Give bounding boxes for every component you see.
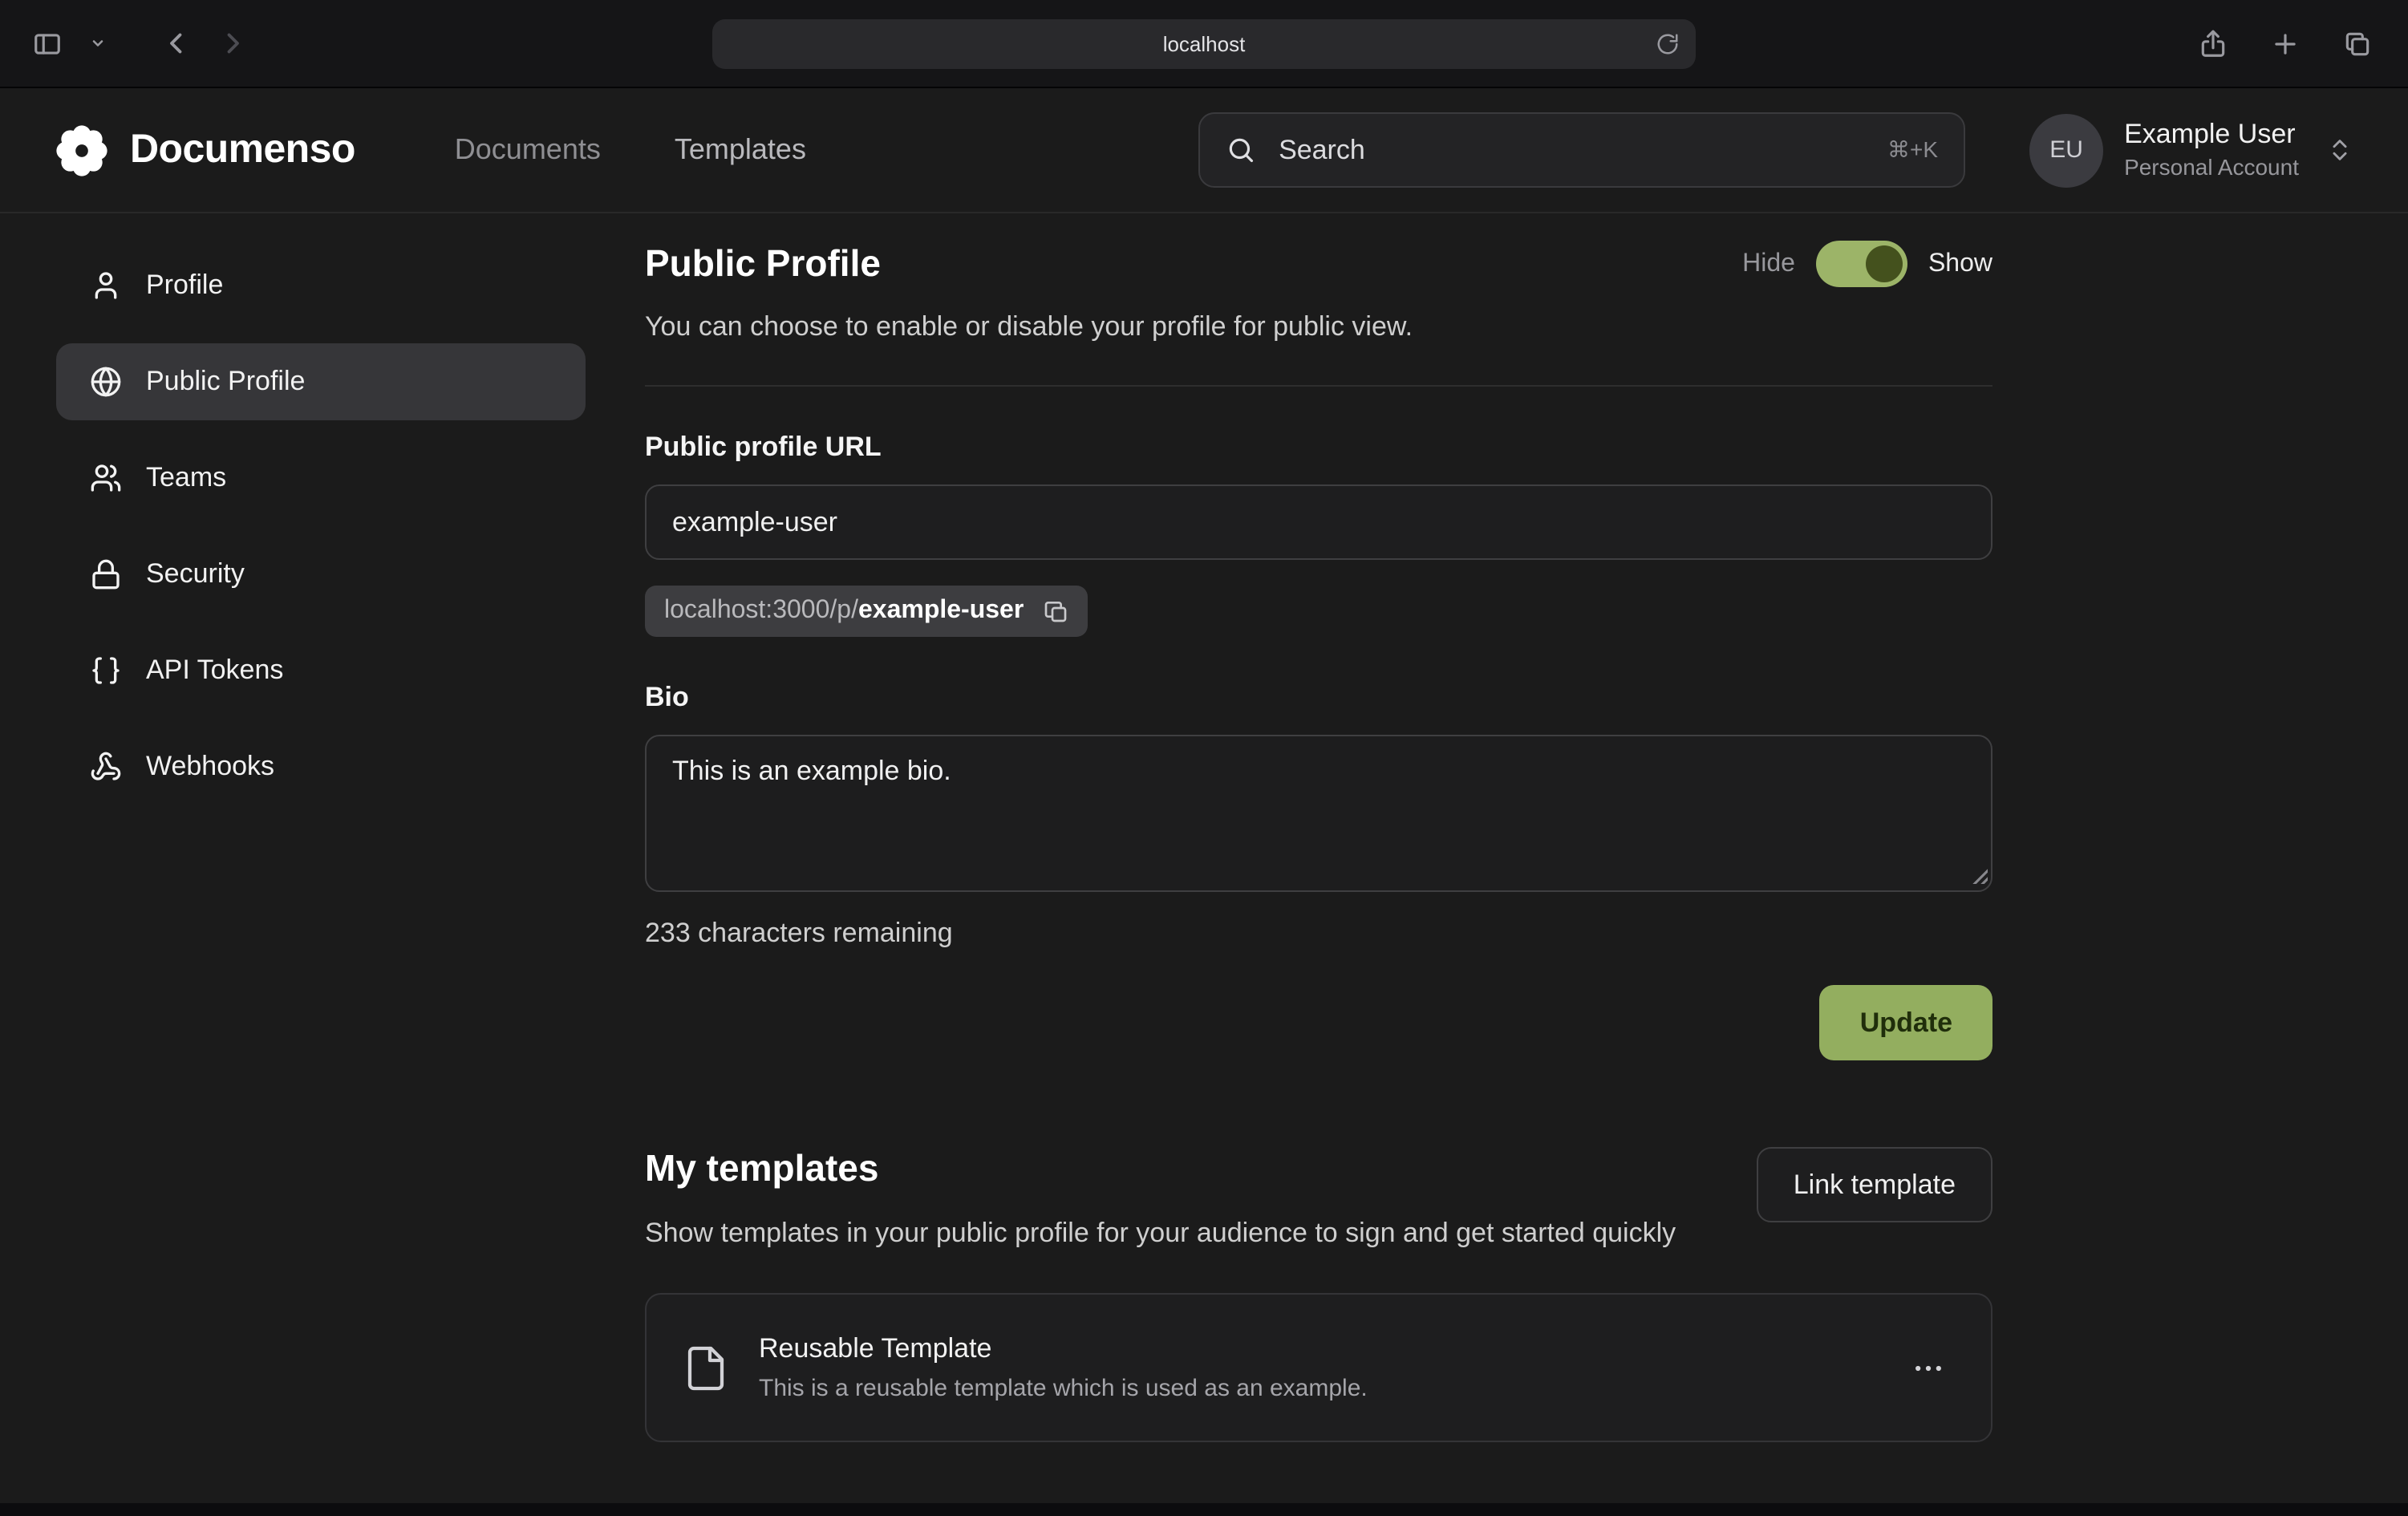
search-bar[interactable]: ⌘+K [1198, 112, 1965, 188]
address-text: localhost [1163, 32, 1246, 56]
chevrons-up-down-icon[interactable] [2326, 136, 2353, 164]
main-nav: Documents Templates [455, 133, 806, 167]
file-icon [682, 1344, 730, 1392]
sidebar-item-label: Webhooks [146, 751, 274, 783]
template-list-item: Reusable Template This is a reusable tem… [645, 1294, 1992, 1443]
copy-icon[interactable] [1043, 598, 1068, 624]
user-name: Example User [2124, 117, 2299, 152]
public-profile-settings: Public Profile Hide Show You can choose … [645, 241, 1992, 1443]
sidebar-item-profile[interactable]: Profile [56, 247, 586, 324]
sidebar-item-label: Public Profile [146, 366, 305, 398]
tab-overview-icon[interactable] [2336, 22, 2379, 65]
user-menu[interactable]: EU Example User Personal Account [2029, 113, 2353, 187]
ellipsis-menu-icon[interactable] [1901, 1341, 1956, 1396]
search-input[interactable] [1275, 132, 1868, 168]
window-bottom-edge [0, 1503, 2408, 1516]
user-account-type: Personal Account [2124, 155, 2299, 183]
template-meta: Reusable Template This is a reusable tem… [759, 1334, 1368, 1403]
user-icon [90, 270, 122, 302]
url-preview-slug: example-user [858, 597, 1024, 624]
back-icon[interactable] [156, 22, 197, 64]
nav-documents[interactable]: Documents [455, 133, 601, 167]
characters-remaining: 233 characters remaining [645, 918, 1992, 950]
sidebar-item-public-profile[interactable]: Public Profile [56, 343, 586, 420]
address-bar[interactable]: localhost [712, 19, 1696, 69]
settings-sidebar: Profile Public Profile Teams Security AP… [56, 247, 586, 825]
users-icon [90, 462, 122, 494]
update-button[interactable]: Update [1820, 985, 1992, 1060]
share-icon[interactable] [2191, 22, 2235, 65]
forward-icon[interactable] [212, 22, 253, 64]
sidebar-item-label: Profile [146, 270, 223, 302]
search-shortcut: ⌘+K [1887, 136, 1938, 164]
search-icon [1226, 135, 1256, 165]
sidebar-toggle-icon[interactable] [26, 22, 69, 65]
sidebar-item-teams[interactable]: Teams [56, 440, 586, 517]
url-preview-prefix: localhost:3000/p/ [664, 597, 858, 624]
page-subtitle: You can choose to enable or disable your… [645, 311, 1992, 343]
sidebar-item-webhooks[interactable]: Webhooks [56, 728, 586, 805]
profile-url-preview-chip: localhost:3000/p/example-user [645, 586, 1088, 637]
brand[interactable]: Documenso [55, 123, 355, 177]
visibility-toggle[interactable] [1816, 241, 1907, 287]
globe-icon [90, 366, 122, 398]
public-profile-url-input[interactable] [645, 484, 1992, 560]
my-templates-description: Show templates in your public profile fo… [645, 1213, 1676, 1255]
braces-icon [90, 655, 122, 687]
template-name: Reusable Template [759, 1334, 1368, 1366]
sidebar-item-api-tokens[interactable]: API Tokens [56, 632, 586, 709]
brand-name: Documenso [130, 127, 355, 173]
bio-field-label: Bio [645, 682, 1992, 714]
avatar: EU [2029, 113, 2103, 187]
browser-toolbar: localhost [0, 0, 2408, 88]
bio-textarea[interactable]: This is an example bio. [645, 735, 1992, 892]
sidebar-item-security[interactable]: Security [56, 536, 586, 613]
profile-visibility-toggle-group: Hide Show [1742, 241, 1992, 287]
sidebar-item-label: Teams [146, 462, 226, 494]
user-meta: Example User Personal Account [2124, 117, 2299, 183]
link-template-button[interactable]: Link template [1757, 1147, 1992, 1222]
url-preview-text: localhost:3000/p/example-user [664, 597, 1024, 626]
reload-icon[interactable] [1652, 29, 1683, 59]
documenso-logo-icon [55, 123, 109, 177]
nav-templates[interactable]: Templates [675, 133, 806, 167]
webhook-icon [90, 751, 122, 783]
url-field-label: Public profile URL [645, 432, 1992, 464]
sidebar-item-label: Security [146, 558, 245, 590]
new-tab-icon[interactable] [2264, 22, 2307, 65]
app-header: Documenso Documents Templates ⌘+K EU Exa… [0, 88, 2408, 213]
toggle-knob [1866, 245, 1903, 282]
my-templates-title: My templates [645, 1147, 1676, 1190]
toolbar-chevron-down-icon[interactable] [83, 29, 112, 58]
sidebar-item-label: API Tokens [146, 655, 283, 687]
hide-label: Hide [1742, 249, 1795, 278]
show-label: Show [1928, 249, 1992, 278]
page-title: Public Profile [645, 242, 881, 286]
lock-icon [90, 558, 122, 590]
app-window: localhost [0, 0, 2408, 1516]
section-divider [645, 385, 1992, 387]
avatar-initials: EU [2049, 136, 2083, 164]
template-description: This is a reusable template which is use… [759, 1376, 1368, 1403]
